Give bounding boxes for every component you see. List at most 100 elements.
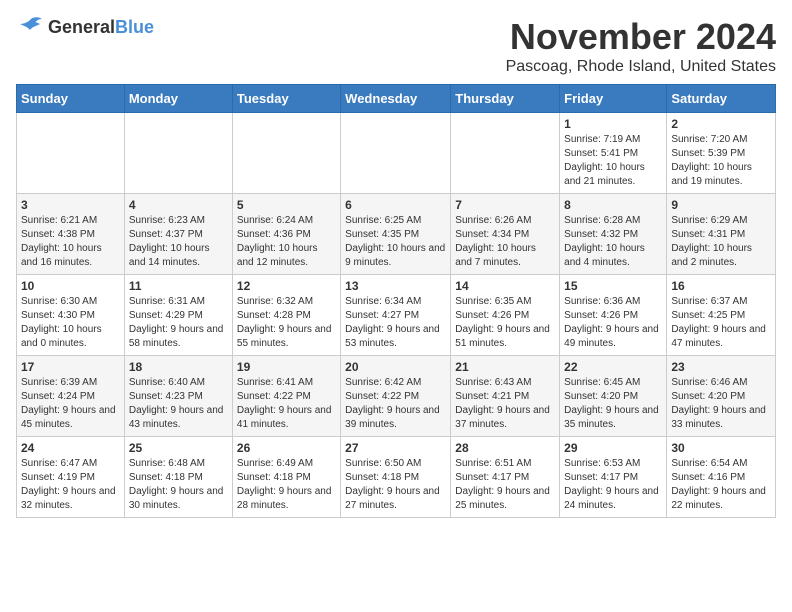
day-number: 14	[455, 279, 555, 293]
day-info: Sunrise: 6:21 AM Sunset: 4:38 PM Dayligh…	[21, 214, 120, 270]
day-number: 30	[671, 441, 771, 455]
calendar-cell: 26Sunrise: 6:49 AM Sunset: 4:18 PM Dayli…	[232, 437, 340, 518]
weekday-header-saturday: Saturday	[667, 85, 776, 113]
logo-general-text: General	[48, 17, 115, 37]
day-number: 11	[129, 279, 228, 293]
calendar-cell: 10 Sunrise: 6:30 AM Sunset: 4:30 PM Dayli…	[17, 275, 125, 356]
day-info: Sunrise: 7:19 AM Sunset: 5:41 PM Dayligh…	[564, 133, 662, 189]
day-number: 15	[564, 279, 662, 293]
calendar-table: SundayMondayTuesdayWednesdayThursdayFrid…	[16, 84, 776, 518]
day-number: 7	[455, 198, 555, 212]
day-number: 12	[237, 279, 336, 293]
calendar-cell: 4 Sunrise: 6:23 AM Sunset: 4:37 PM Daylig…	[124, 194, 232, 275]
calendar-cell: 20 Sunrise: 6:42 AM Sunset: 4:22 PM Dayli…	[341, 356, 451, 437]
logo-blue-text: Blue	[115, 17, 154, 37]
day-info: Sunrise: 6:26 AM Sunset: 4:34 PM Dayligh…	[455, 214, 555, 270]
weekday-header-sunday: Sunday	[17, 85, 125, 113]
day-number: 17	[21, 360, 120, 374]
logo: GeneralBlue	[16, 16, 154, 38]
day-info: Sunrise: 6:39 AM Sunset: 4:24 PM Dayligh…	[21, 376, 120, 432]
day-info: Sunrise: 6:43 AM Sunset: 4:21 PM Dayligh…	[455, 376, 555, 432]
calendar-cell: 22 Sunrise: 6:45 AM Sunset: 4:20 PM Dayli…	[560, 356, 667, 437]
day-info: Sunrise: 6:40 AM Sunset: 4:23 PM Dayligh…	[129, 376, 228, 432]
day-number: 10	[21, 279, 120, 293]
calendar-cell: 27Sunrise: 6:50 AM Sunset: 4:18 PM Dayli…	[341, 437, 451, 518]
day-number: 2	[671, 117, 771, 131]
title-section: November 2024 Pascoag, Rhode Island, Uni…	[506, 16, 776, 76]
weekday-header-row: SundayMondayTuesdayWednesdayThursdayFrid…	[17, 85, 776, 113]
weekday-header-monday: Monday	[124, 85, 232, 113]
day-number: 5	[237, 198, 336, 212]
weekday-header-friday: Friday	[560, 85, 667, 113]
day-number: 28	[455, 441, 555, 455]
day-info: Sunrise: 6:51 AM Sunset: 4:17 PM Dayligh…	[455, 457, 555, 513]
day-info: Sunrise: 6:48 AM Sunset: 4:18 PM Dayligh…	[129, 457, 228, 513]
day-info: Sunrise: 6:25 AM Sunset: 4:35 PM Dayligh…	[345, 214, 446, 270]
calendar-cell: 11Sunrise: 6:31 AM Sunset: 4:29 PM Dayli…	[124, 275, 232, 356]
calendar-cell	[232, 113, 340, 194]
day-number: 23	[671, 360, 771, 374]
day-info: Sunrise: 6:36 AM Sunset: 4:26 PM Dayligh…	[564, 295, 662, 351]
day-number: 19	[237, 360, 336, 374]
day-number: 8	[564, 198, 662, 212]
day-info: Sunrise: 6:29 AM Sunset: 4:31 PM Dayligh…	[671, 214, 771, 270]
calendar-cell	[341, 113, 451, 194]
calendar-cell: 29 Sunrise: 6:53 AM Sunset: 4:17 PM Dayli…	[560, 437, 667, 518]
day-number: 18	[129, 360, 228, 374]
day-number: 20	[345, 360, 446, 374]
day-info: Sunrise: 6:53 AM Sunset: 4:17 PM Dayligh…	[564, 457, 662, 513]
calendar-cell	[451, 113, 560, 194]
day-info: Sunrise: 6:47 AM Sunset: 4:19 PM Dayligh…	[21, 457, 120, 513]
weekday-header-wednesday: Wednesday	[341, 85, 451, 113]
week-row-3: 10 Sunrise: 6:30 AM Sunset: 4:30 PM Dayli…	[17, 275, 776, 356]
calendar-cell: 25 Sunrise: 6:48 AM Sunset: 4:18 PM Dayli…	[124, 437, 232, 518]
logo-bird-icon	[16, 16, 44, 38]
day-number: 4	[129, 198, 228, 212]
day-number: 29	[564, 441, 662, 455]
location-title: Pascoag, Rhode Island, United States	[506, 58, 776, 76]
day-number: 22	[564, 360, 662, 374]
day-number: 9	[671, 198, 771, 212]
day-number: 21	[455, 360, 555, 374]
calendar-cell: 7 Sunrise: 6:26 AM Sunset: 4:34 PM Daylig…	[451, 194, 560, 275]
calendar-cell: 19 Sunrise: 6:41 AM Sunset: 4:22 PM Dayli…	[232, 356, 340, 437]
calendar-cell: 16 Sunrise: 6:37 AM Sunset: 4:25 PM Dayli…	[667, 275, 776, 356]
day-info: Sunrise: 6:37 AM Sunset: 4:25 PM Dayligh…	[671, 295, 771, 351]
calendar-cell	[17, 113, 125, 194]
day-info: Sunrise: 6:32 AM Sunset: 4:28 PM Dayligh…	[237, 295, 336, 351]
day-info: Sunrise: 6:45 AM Sunset: 4:20 PM Dayligh…	[564, 376, 662, 432]
calendar-cell: 8 Sunrise: 6:28 AM Sunset: 4:32 PM Daylig…	[560, 194, 667, 275]
calendar-cell: 1 Sunrise: 7:19 AM Sunset: 5:41 PM Daylig…	[560, 113, 667, 194]
day-info: Sunrise: 6:30 AM Sunset: 4:30 PM Dayligh…	[21, 295, 120, 351]
day-number: 3	[21, 198, 120, 212]
day-number: 13	[345, 279, 446, 293]
calendar-cell: 2 Sunrise: 7:20 AM Sunset: 5:39 PM Daylig…	[667, 113, 776, 194]
day-info: Sunrise: 7:20 AM Sunset: 5:39 PM Dayligh…	[671, 133, 771, 189]
day-info: Sunrise: 6:35 AM Sunset: 4:26 PM Dayligh…	[455, 295, 555, 351]
calendar-cell	[124, 113, 232, 194]
week-row-4: 17 Sunrise: 6:39 AM Sunset: 4:24 PM Dayli…	[17, 356, 776, 437]
calendar-cell: 23 Sunrise: 6:46 AM Sunset: 4:20 PM Dayli…	[667, 356, 776, 437]
day-info: Sunrise: 6:54 AM Sunset: 4:16 PM Dayligh…	[671, 457, 771, 513]
calendar-cell: 18 Sunrise: 6:40 AM Sunset: 4:23 PM Dayli…	[124, 356, 232, 437]
day-info: Sunrise: 6:42 AM Sunset: 4:22 PM Dayligh…	[345, 376, 446, 432]
day-info: Sunrise: 6:23 AM Sunset: 4:37 PM Dayligh…	[129, 214, 228, 270]
week-row-2: 3 Sunrise: 6:21 AM Sunset: 4:38 PM Daylig…	[17, 194, 776, 275]
calendar-cell: 3 Sunrise: 6:21 AM Sunset: 4:38 PM Daylig…	[17, 194, 125, 275]
day-number: 16	[671, 279, 771, 293]
header: GeneralBlue November 2024 Pascoag, Rhode…	[16, 16, 776, 76]
calendar-cell: 13Sunrise: 6:34 AM Sunset: 4:27 PM Dayli…	[341, 275, 451, 356]
calendar-cell: 5Sunrise: 6:24 AM Sunset: 4:36 PM Daylig…	[232, 194, 340, 275]
calendar-cell: 30 Sunrise: 6:54 AM Sunset: 4:16 PM Dayli…	[667, 437, 776, 518]
day-info: Sunrise: 6:49 AM Sunset: 4:18 PM Dayligh…	[237, 457, 336, 513]
day-info: Sunrise: 6:41 AM Sunset: 4:22 PM Dayligh…	[237, 376, 336, 432]
week-row-1: 1 Sunrise: 7:19 AM Sunset: 5:41 PM Daylig…	[17, 113, 776, 194]
day-number: 1	[564, 117, 662, 131]
day-info: Sunrise: 6:46 AM Sunset: 4:20 PM Dayligh…	[671, 376, 771, 432]
calendar-cell: 28 Sunrise: 6:51 AM Sunset: 4:17 PM Dayli…	[451, 437, 560, 518]
day-number: 25	[129, 441, 228, 455]
calendar-cell: 6Sunrise: 6:25 AM Sunset: 4:35 PM Daylig…	[341, 194, 451, 275]
day-number: 27	[345, 441, 446, 455]
day-info: Sunrise: 6:28 AM Sunset: 4:32 PM Dayligh…	[564, 214, 662, 270]
calendar-cell: 17 Sunrise: 6:39 AM Sunset: 4:24 PM Dayli…	[17, 356, 125, 437]
